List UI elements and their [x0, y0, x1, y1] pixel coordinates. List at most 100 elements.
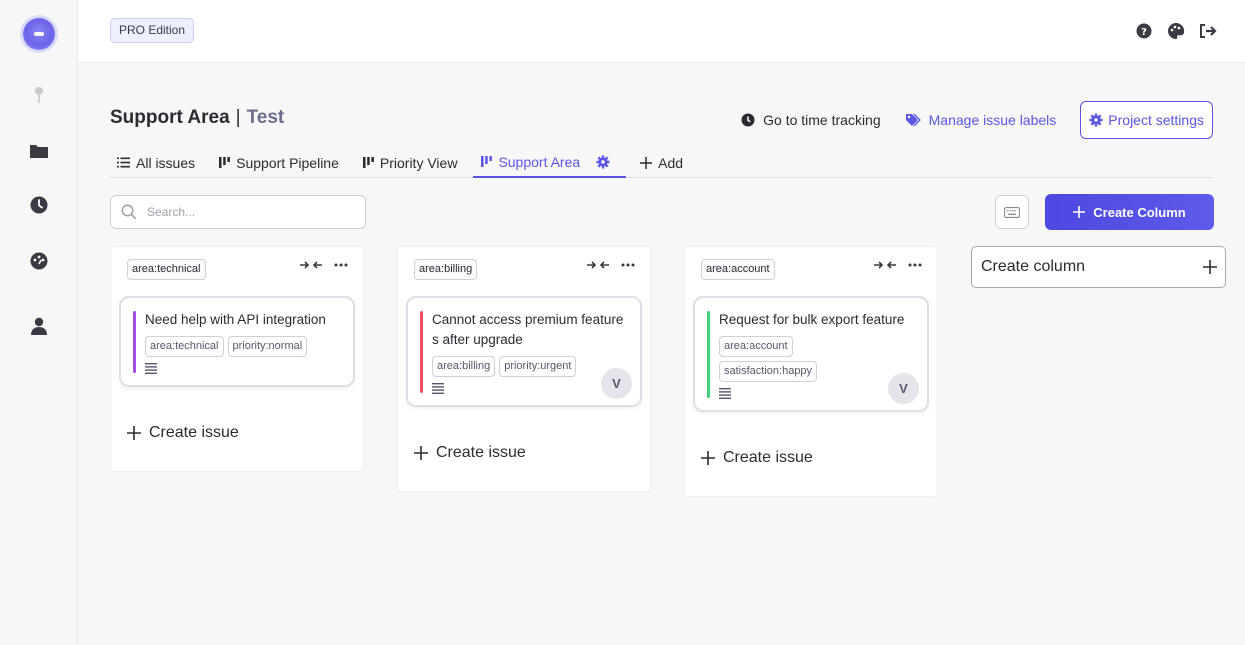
column-tools [300, 261, 348, 269]
issue-label[interactable]: priority:urgent [499, 356, 577, 377]
board-column: area:account Request for bulk export fea… [684, 246, 938, 497]
card-footer: V [719, 373, 919, 404]
tab-all-issues[interactable]: All issues [110, 147, 211, 178]
issue-label[interactable]: area:account [719, 336, 793, 357]
tab-priority-view[interactable]: Priority View [355, 147, 474, 178]
gear-icon[interactable] [596, 155, 610, 169]
top-bar: PRO Edition ? [78, 0, 1245, 63]
tags-icon [905, 113, 921, 127]
card-footer [145, 361, 343, 377]
tab-label: Add [658, 154, 684, 171]
assignee-avatar[interactable]: V [601, 368, 632, 399]
tab-label: Support Area [498, 153, 581, 170]
description-icon [719, 388, 731, 399]
manage-labels-link[interactable]: Manage issue labels [905, 112, 1057, 128]
pin-icon[interactable] [28, 84, 50, 106]
column-tag: area:technical [127, 259, 206, 280]
collapse-icon[interactable] [300, 261, 322, 269]
tab-support-pipeline[interactable]: Support Pipeline [211, 147, 355, 178]
clock-icon[interactable] [28, 194, 50, 216]
list-icon [117, 157, 130, 168]
create-column-button[interactable]: Create Column [1045, 194, 1214, 230]
search-box [110, 195, 366, 229]
board-icon [481, 156, 493, 167]
column-header: area:account [685, 247, 937, 291]
issue-title: Request for bulk export feature [719, 312, 905, 327]
palette-icon[interactable] [1167, 22, 1185, 40]
dashboard-icon[interactable] [28, 250, 50, 272]
project-settings-label: Project settings [1108, 112, 1204, 128]
issue-label[interactable]: area:technical [145, 336, 224, 357]
issue-card[interactable]: Request for bulk export feature area:acc… [693, 296, 929, 412]
board-name: Test [246, 107, 285, 128]
tab-label: All issues [136, 154, 196, 171]
plus-icon [701, 451, 715, 465]
collapse-icon[interactable] [874, 261, 896, 269]
help-icon[interactable]: ? [1135, 22, 1153, 40]
view-tabs: All issues Support Pipeline Priority Vie… [110, 147, 1213, 178]
column-tools [587, 261, 635, 269]
card-accent-bar [420, 311, 423, 393]
description-icon [145, 363, 157, 374]
column-tag: area:account [701, 259, 775, 280]
board-icon [362, 157, 374, 168]
create-issue-button[interactable]: Create issue [111, 411, 363, 455]
tab-label: Support Pipeline [236, 154, 339, 171]
logout-icon[interactable] [1199, 22, 1217, 40]
column-header: area:technical [111, 247, 363, 291]
issue-labels: area:billing priority:urgent [432, 356, 630, 377]
new-column-label: Create column [981, 258, 1086, 275]
description-icon [432, 383, 444, 394]
issue-card[interactable]: Cannot access premium features after upg… [406, 296, 642, 407]
issue-label[interactable]: priority:normal [227, 336, 308, 357]
tab-label: Priority View [379, 154, 458, 171]
title-separator: | [235, 107, 241, 128]
time-tracking-label: Go to time tracking [763, 112, 881, 128]
sidebar [0, 0, 78, 645]
tab-add[interactable]: Add [626, 147, 699, 178]
search-icon [121, 204, 137, 220]
manage-labels-label: Manage issue labels [928, 112, 1057, 128]
plus-icon [414, 446, 428, 460]
board-column: area:billing Cannot access premium featu… [397, 246, 651, 492]
app-logo[interactable] [23, 18, 55, 50]
create-column-label: Create Column [1093, 204, 1186, 220]
plus-icon [127, 426, 141, 440]
column-tag: area:billing [414, 259, 478, 280]
issue-labels: area:account satisfaction:happy [719, 336, 869, 382]
new-column-field[interactable]: Create column [971, 246, 1226, 288]
project-name: Support Area [110, 107, 230, 128]
keyboard-icon [1004, 206, 1020, 218]
collapse-icon[interactable] [587, 261, 609, 269]
clock-icon [741, 113, 755, 127]
main-content: Support Area | Test Go to time tracking Ma… [78, 63, 1245, 645]
tab-support-area[interactable]: Support Area [473, 147, 627, 178]
more-icon[interactable] [908, 263, 922, 267]
issue-label[interactable]: satisfaction:happy [719, 361, 818, 382]
issue-title: Cannot access premium features after upg… [432, 312, 624, 347]
search-input[interactable] [147, 205, 347, 219]
top-icons: ? [1135, 22, 1217, 40]
card-accent-bar [707, 311, 710, 398]
folder-icon[interactable] [28, 140, 50, 162]
create-issue-button[interactable]: Create issue [398, 431, 650, 475]
card-accent-bar [133, 311, 136, 373]
more-icon[interactable] [621, 263, 635, 267]
create-issue-label: Create issue [436, 444, 526, 461]
plus-icon [640, 156, 653, 169]
user-icon[interactable] [28, 315, 50, 337]
board-icon [219, 157, 231, 168]
assignee-avatar[interactable]: V [888, 373, 919, 404]
plus-icon[interactable] [1203, 260, 1217, 274]
time-tracking-link[interactable]: Go to time tracking [741, 112, 881, 128]
project-settings-button[interactable]: Project settings [1080, 101, 1213, 139]
issue-labels: area:technical priority:normal [145, 336, 343, 357]
issue-label[interactable]: area:billing [432, 356, 496, 377]
keyboard-shortcuts-button[interactable] [995, 195, 1029, 229]
more-icon[interactable] [334, 263, 348, 267]
board-column: area:technical Need help with API integr… [110, 246, 364, 472]
issue-card[interactable]: Need help with API integration area:tech… [119, 296, 355, 387]
create-issue-label: Create issue [149, 424, 239, 441]
card-footer: V [432, 368, 632, 399]
create-issue-button[interactable]: Create issue [685, 436, 937, 480]
